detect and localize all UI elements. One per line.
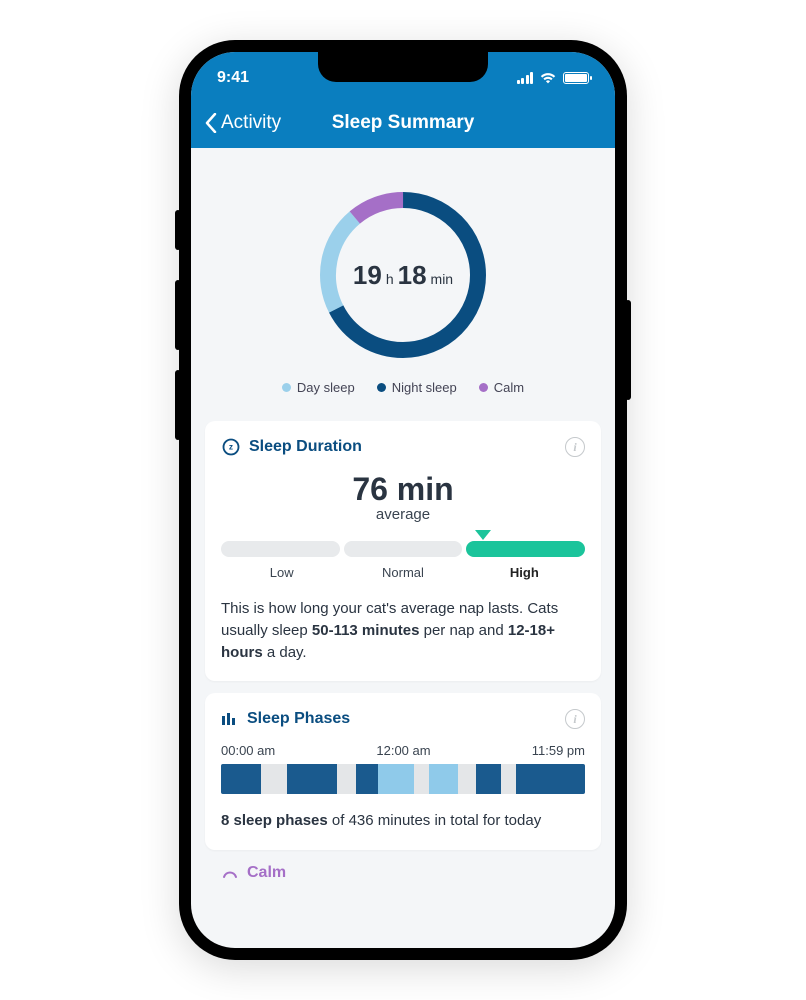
sleep-phases-card: Sleep Phases i 00:00 am 12:00 am 11:59 p… [205,693,601,850]
phase-seg [337,764,355,794]
gauge-label-normal: Normal [342,565,463,580]
phone-side-button [175,280,181,350]
nav-bar: Activity Sleep Summary [191,98,615,148]
phase-seg [414,764,429,794]
calm-icon [221,864,239,882]
legend-item-night: Night sleep [377,380,457,395]
back-button[interactable]: Activity [191,112,281,134]
phase-seg [287,764,338,794]
card-title: Sleep Phases [221,710,350,728]
calm-card-peek[interactable]: Calm [205,850,601,882]
sleep-icon: z [221,437,241,457]
duration-value: 76 min average [221,471,585,523]
phase-seg [476,764,501,794]
chevron-left-icon [205,113,217,133]
phase-seg [458,764,476,794]
info-button[interactable]: i [565,437,585,457]
status-time: 9:41 [217,63,249,87]
page-title: Sleep Summary [332,112,475,134]
info-button[interactable]: i [565,709,585,729]
ring-center-label: 19 h 18 min [314,186,492,364]
battery-icon [563,72,589,84]
phone-side-button [625,300,631,400]
gauge-label-low: Low [221,565,342,580]
gauge-seg-normal [344,541,463,557]
gauge-seg-high [466,541,585,557]
phone-notch [318,52,488,82]
gauge-label-high: High [464,565,585,580]
sleep-total-ring: 19 h 18 min Day sleep Night sleep [205,162,601,409]
dot-icon [282,383,291,392]
legend-item-calm: Calm [479,380,524,395]
phone-side-button [175,210,181,250]
dot-icon [479,383,488,392]
phase-seg [501,764,516,794]
phase-seg [429,764,458,794]
content-scroll[interactable]: 19 h 18 min Day sleep Night sleep [191,148,615,948]
svg-text:z: z [229,442,233,452]
phase-seg [221,764,261,794]
signal-icon [517,72,534,84]
duration-gauge: Low Normal High [221,541,585,580]
wifi-icon [539,72,557,84]
phase-seg [516,764,585,794]
back-label: Activity [221,112,281,134]
phase-seg [356,764,378,794]
gauge-seg-low [221,541,340,557]
phone-frame: 9:41 Activity Sleep Summary [179,40,627,960]
legend-item-day: Day sleep [282,380,355,395]
card-title: z Sleep Duration [221,437,362,457]
phase-seg [378,764,414,794]
ring-legend: Day sleep Night sleep Calm [282,380,524,395]
phases-summary: 8 sleep phases of 436 minutes in total f… [221,810,585,832]
gauge-pointer-icon [475,530,491,540]
screen: 9:41 Activity Sleep Summary [191,52,615,948]
sleep-duration-card: z Sleep Duration i 76 min average [205,421,601,681]
phase-seg [261,764,286,794]
phase-time-labels: 00:00 am 12:00 am 11:59 pm [221,743,585,758]
dot-icon [377,383,386,392]
duration-description: This is how long your cat's average nap … [221,598,585,663]
phase-timeline [221,764,585,794]
phone-side-button [175,370,181,440]
status-icons [517,66,590,84]
phases-icon [221,710,239,728]
